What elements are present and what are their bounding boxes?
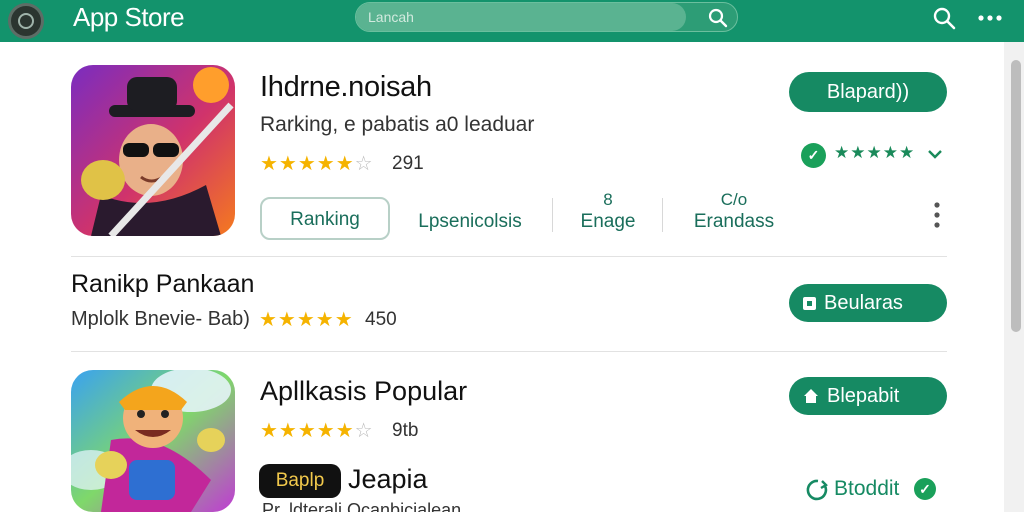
install-button[interactable]: Blapard)) [789,72,947,112]
app-subtitle: Rarking, e pabatis a0 leaduar [260,113,535,136]
divider [662,198,663,232]
tab-top-value: C/o [720,190,748,209]
verified-check-icon: ✓ [801,143,826,168]
verified-stars: ★★★★★ [834,143,916,162]
top-bar: App Store [0,0,1024,42]
header-search-button[interactable] [930,4,958,32]
app-name[interactable]: Ihdrne.noisah [260,71,432,104]
search-icon [708,8,728,28]
tab-enage[interactable]: Enage [566,211,650,233]
footer-text: Pr..ldterali Ocanbicialean [262,500,462,512]
chevron-down-icon[interactable] [926,143,944,170]
search-button[interactable] [705,5,731,31]
row-divider [71,351,947,352]
divider [552,198,553,232]
button-label: Beularas [824,291,903,314]
rating-count: 450 [365,309,397,330]
app-icon-adventure[interactable] [71,370,235,512]
star-rating: ★★★★★☆ [260,153,374,175]
app-logo-icon[interactable] [8,3,44,39]
app-name[interactable]: Ranikp Pankaan [71,270,254,299]
search-icon [933,7,956,30]
more-menu-button[interactable] [976,4,1004,32]
app-title: App Store [73,2,185,32]
tab-erandass[interactable]: Erandass [676,211,792,233]
button-label: Blepabit [827,384,900,407]
home-icon [804,389,818,403]
scrollbar[interactable] [1004,42,1024,512]
more-dots-icon [978,15,1002,21]
search-bar [355,2,738,32]
kebab-menu-icon[interactable] [930,200,944,235]
search-input[interactable] [356,3,686,31]
verified-check-icon: ✓ [914,478,936,500]
tag-name: Jeapia [348,464,428,494]
star-rating: ★★★★★ [259,309,354,331]
tag-badge: Baplp [259,464,341,498]
row-divider [71,256,947,257]
install-button[interactable]: Beularas [789,284,947,322]
rating-count: 291 [392,153,424,174]
rating-count: 9tb [392,420,419,441]
app-store-window: App Store Lancah Ihdrne.noisah Rarking, … [0,0,1024,512]
install-button[interactable]: Blepabit [789,377,947,415]
square-icon [803,296,816,310]
status-label[interactable]: Btoddit [834,477,899,501]
tab-label: Ranking [290,209,360,230]
update-icon [806,478,830,507]
app-subtitle: Mplolk Bnevie- Bab) [71,308,250,330]
tab-lpsenicolsis[interactable]: Lpsenicolsis [402,211,538,233]
star-rating: ★★★★★☆ [260,420,374,442]
app-name[interactable]: Apllkasis Popular [260,376,467,407]
tab-top-value: 8 [603,190,613,209]
app-icon-game-agent[interactable] [71,65,235,236]
scrollbar-thumb[interactable] [1011,60,1021,332]
